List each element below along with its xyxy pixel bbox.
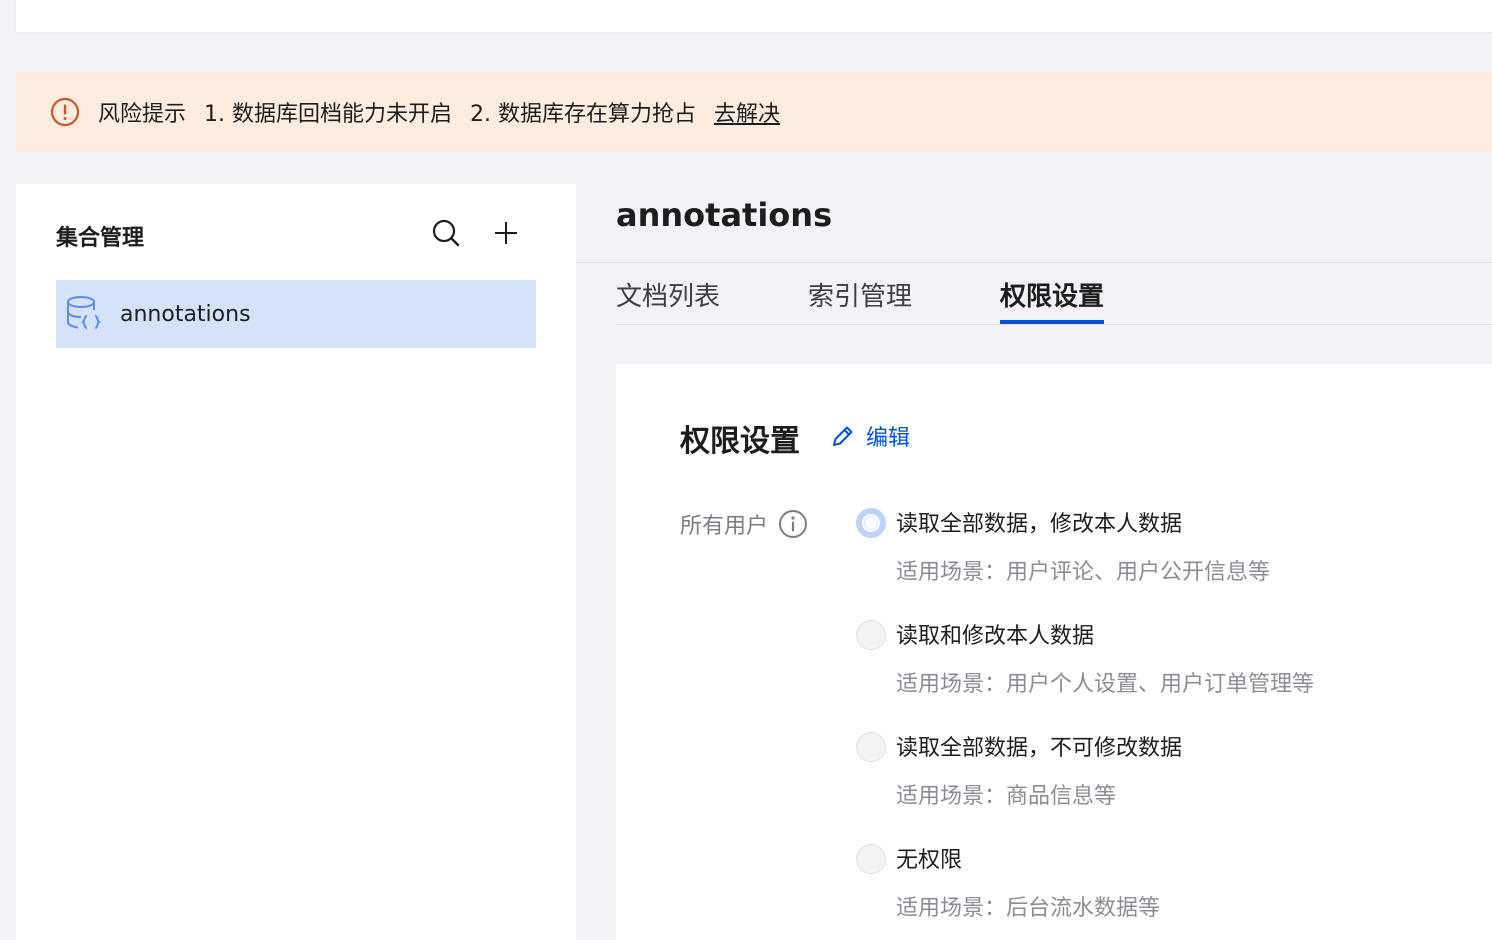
collection-title: annotations bbox=[616, 196, 833, 234]
option-description: 适用场景：用户个人设置、用户订单管理等 bbox=[896, 672, 1315, 697]
radio-button[interactable] bbox=[856, 732, 886, 762]
risk-alert-banner: 风险提示 1. 数据库回档能力未开启 2. 数据库存在算力抢占 去解决 bbox=[16, 72, 1492, 152]
alert-item: 1. 数据库回档能力未开启 bbox=[204, 102, 452, 127]
tab-index-management[interactable]: 索引管理 bbox=[808, 276, 912, 322]
edit-button[interactable]: 编辑 bbox=[830, 420, 910, 452]
all-users-label: 所有用户 bbox=[680, 508, 808, 540]
collection-item-annotations[interactable]: annotations bbox=[56, 280, 536, 348]
field-label-text: 所有用户 bbox=[680, 514, 769, 539]
option-label: 读取全部数据，不可修改数据 bbox=[896, 736, 1183, 761]
permission-title: 权限设置 bbox=[680, 424, 800, 459]
tab-bar: 文档列表 索引管理 权限设置 bbox=[616, 276, 1492, 325]
divider bbox=[576, 262, 1492, 263]
option-description: 适用场景：用户评论、用户公开信息等 bbox=[896, 560, 1271, 585]
option-description: 适用场景：后台流水数据等 bbox=[896, 896, 1161, 921]
warning-icon bbox=[50, 97, 80, 127]
option-label: 无权限 bbox=[896, 848, 963, 873]
edit-label: 编辑 bbox=[866, 426, 911, 451]
database-icon bbox=[67, 296, 102, 329]
radio-button[interactable] bbox=[856, 844, 886, 874]
search-icon bbox=[432, 219, 460, 247]
option-description: 适用场景：商品信息等 bbox=[896, 784, 1117, 809]
pencil-icon bbox=[833, 426, 853, 446]
radio-button[interactable] bbox=[856, 620, 886, 650]
main-panel: annotations 文档列表 索引管理 权限设置 权限设置 编辑 所有用户 … bbox=[576, 184, 1492, 940]
tab-document-list[interactable]: 文档列表 bbox=[616, 276, 720, 322]
sidebar-title: 集合管理 bbox=[56, 226, 145, 251]
plus-icon bbox=[495, 222, 517, 244]
collection-sidebar: 集合管理 annotations bbox=[16, 184, 576, 940]
search-button[interactable] bbox=[430, 217, 462, 249]
resolve-link[interactable]: 去解决 bbox=[714, 96, 780, 128]
collection-item-label: annotations bbox=[120, 301, 251, 327]
option-label: 读取全部数据，修改本人数据 bbox=[896, 512, 1183, 537]
alert-title: 风险提示 bbox=[98, 102, 187, 127]
alert-item: 2. 数据库存在算力抢占 bbox=[470, 102, 696, 127]
option-label: 读取和修改本人数据 bbox=[896, 624, 1095, 649]
info-icon[interactable] bbox=[778, 509, 808, 539]
add-collection-button[interactable] bbox=[490, 217, 522, 249]
radio-button[interactable] bbox=[856, 508, 886, 538]
permission-card: 权限设置 编辑 所有用户 读取全部数据，修改本人数据 适用场景：用户评论、用户公… bbox=[616, 364, 1492, 940]
tab-permission-settings[interactable]: 权限设置 bbox=[1000, 276, 1105, 324]
top-bar bbox=[16, 0, 1492, 32]
